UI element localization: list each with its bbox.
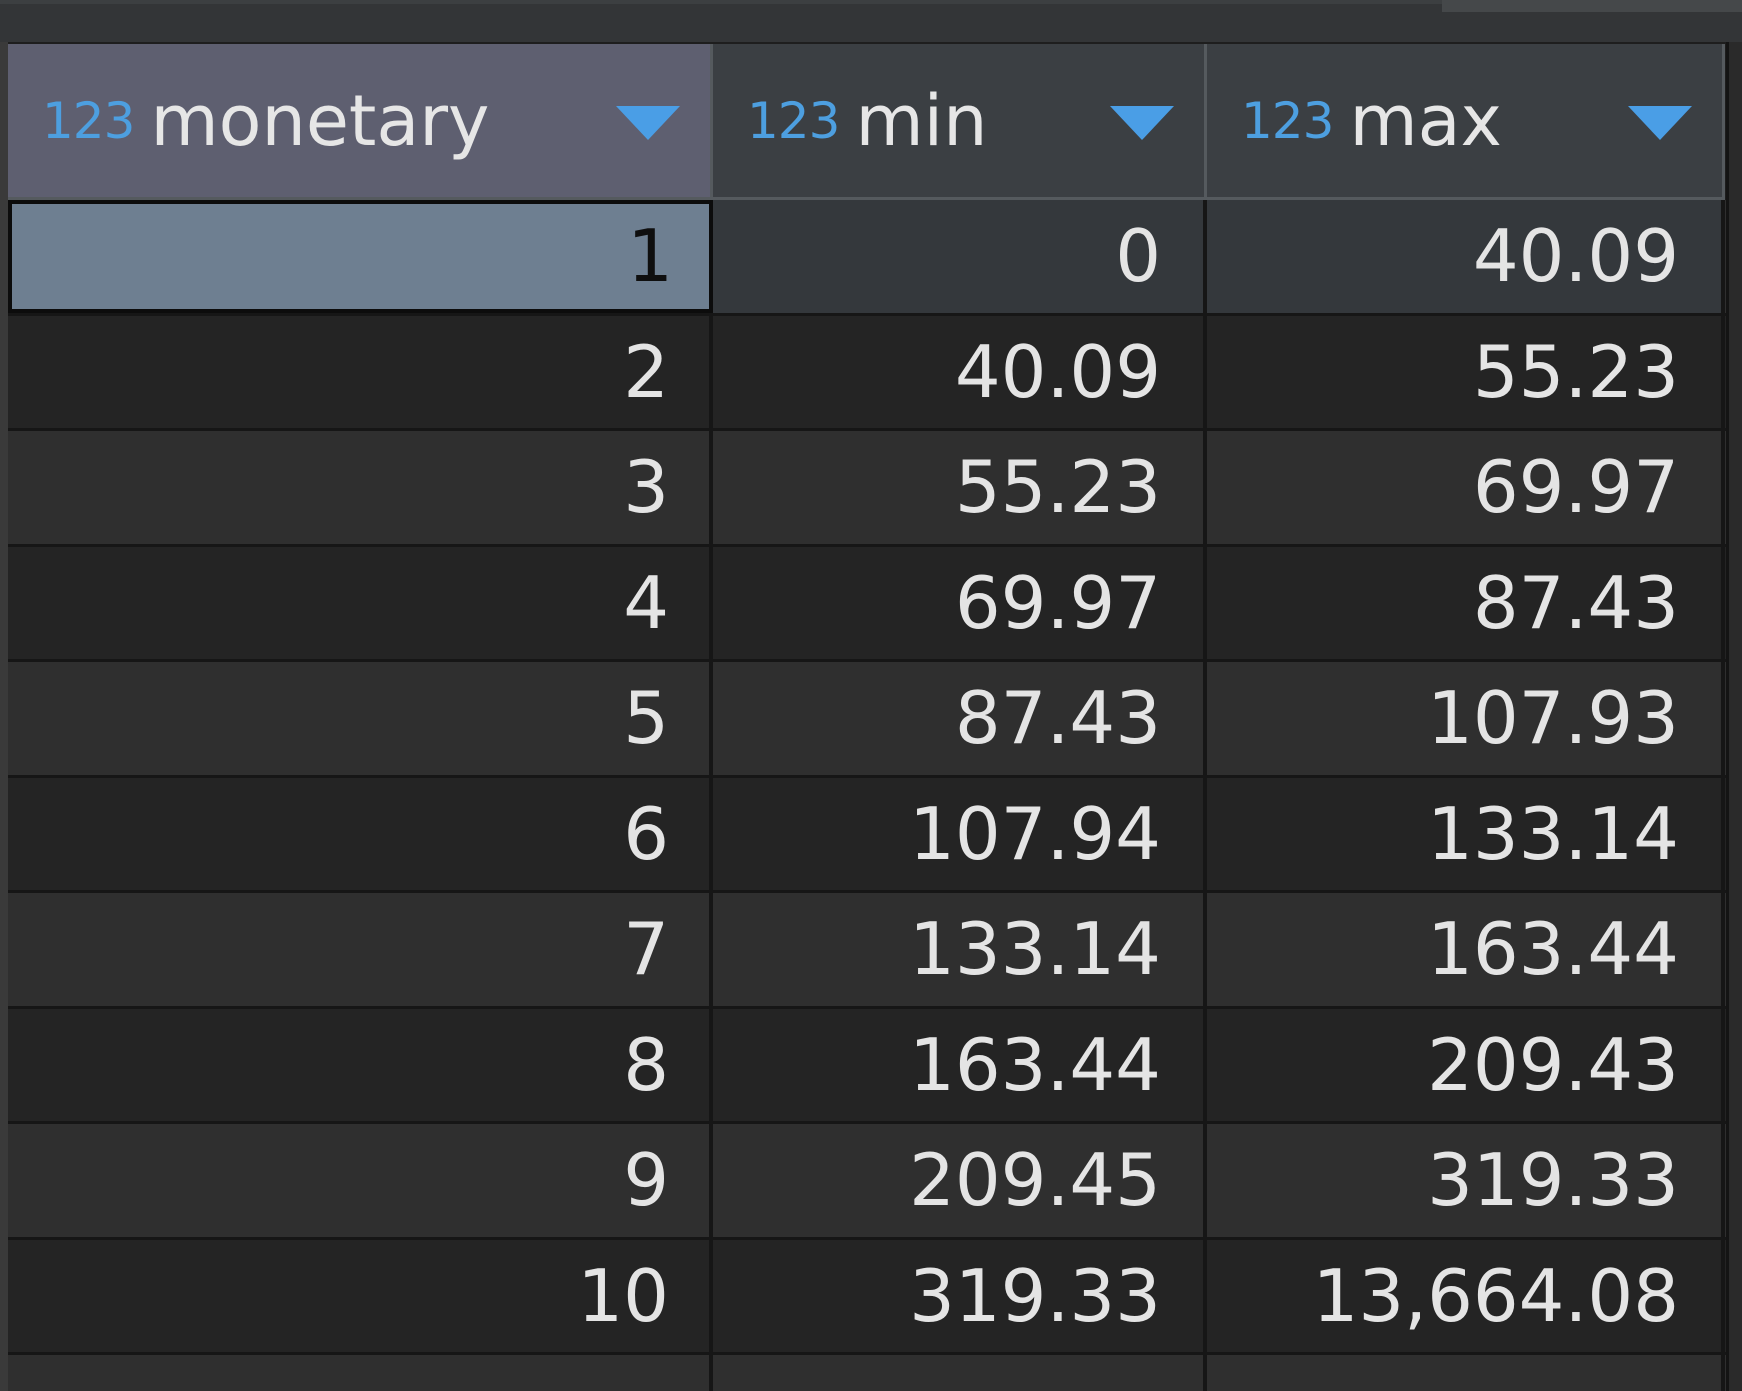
table-row[interactable]: 8 163.44 209.43 [8, 1008, 1734, 1124]
cell-min[interactable]: 133.14 [713, 893, 1207, 1006]
chevron-down-icon[interactable] [616, 106, 680, 140]
table-row[interactable]: 1 0 40.09 [8, 200, 1734, 316]
empty-cell [8, 1355, 713, 1391]
table-row[interactable]: 2 40.09 55.23 [8, 315, 1734, 431]
cell-min[interactable]: 40.09 [713, 315, 1207, 428]
toolbar-strip [0, 0, 1742, 44]
grid-body: 1 0 40.09 2 40.09 55.23 3 55.23 69.97 4 … [8, 200, 1734, 1355]
cell-min[interactable]: 319.33 [713, 1239, 1207, 1352]
cell-max[interactable]: 13,664.08 [1207, 1239, 1725, 1352]
cell-max[interactable]: 69.97 [1207, 431, 1725, 544]
cell-min[interactable]: 107.94 [713, 777, 1207, 890]
cell-max[interactable]: 209.43 [1207, 1008, 1725, 1121]
cell-max[interactable]: 107.93 [1207, 662, 1725, 775]
chevron-down-icon[interactable] [1628, 106, 1692, 140]
table-row[interactable]: 10 319.33 13,664.08 [8, 1239, 1734, 1355]
cell-monetary[interactable]: 10 [8, 1239, 713, 1352]
cell-max[interactable]: 319.33 [1207, 1124, 1725, 1237]
cell-monetary[interactable]: 1 [8, 200, 713, 313]
cell-monetary[interactable]: 3 [8, 431, 713, 544]
table-row[interactable]: 3 55.23 69.97 [8, 431, 1734, 547]
cell-min[interactable]: 87.43 [713, 662, 1207, 775]
grid-right-edge [1726, 42, 1742, 1391]
empty-cell [1207, 1355, 1725, 1391]
table-row[interactable]: 9 209.45 319.33 [8, 1124, 1734, 1240]
cell-max[interactable]: 163.44 [1207, 893, 1725, 1006]
table-row[interactable]: 6 107.94 133.14 [8, 777, 1734, 893]
cell-max[interactable]: 87.43 [1207, 546, 1725, 659]
column-name: monetary [150, 79, 490, 162]
cell-min[interactable]: 209.45 [713, 1124, 1207, 1237]
table-row[interactable]: 7 133.14 163.44 [8, 893, 1734, 1009]
column-name: max [1349, 79, 1502, 162]
column-header-min[interactable]: 123 min [713, 44, 1207, 200]
tab-right [1442, 0, 1742, 12]
cell-monetary[interactable]: 9 [8, 1124, 713, 1237]
cell-monetary[interactable]: 2 [8, 315, 713, 428]
cell-monetary[interactable]: 4 [8, 546, 713, 659]
cell-max[interactable]: 55.23 [1207, 315, 1725, 428]
cell-monetary[interactable]: 7 [8, 893, 713, 1006]
cell-min[interactable]: 55.23 [713, 431, 1207, 544]
cell-max[interactable]: 40.09 [1207, 200, 1725, 313]
cell-min[interactable]: 69.97 [713, 546, 1207, 659]
numeric-type-icon: 123 [1241, 91, 1334, 150]
empty-cell [713, 1355, 1207, 1391]
numeric-type-icon: 123 [747, 91, 840, 150]
cell-min[interactable]: 0 [713, 200, 1207, 313]
cell-monetary[interactable]: 5 [8, 662, 713, 775]
column-header-monetary[interactable]: 123 monetary [8, 44, 713, 200]
column-header-max[interactable]: 123 max [1207, 44, 1725, 200]
table-row[interactable]: 4 69.97 87.43 [8, 546, 1734, 662]
cell-max[interactable]: 133.14 [1207, 777, 1725, 890]
cell-monetary[interactable]: 6 [8, 777, 713, 890]
numeric-type-icon: 123 [42, 91, 135, 150]
grid-header: 123 monetary 123 min 123 max [8, 44, 1734, 200]
cell-min[interactable]: 163.44 [713, 1008, 1207, 1121]
empty-row [8, 1355, 1734, 1391]
chevron-down-icon[interactable] [1110, 106, 1174, 140]
cell-monetary[interactable]: 8 [8, 1008, 713, 1121]
column-name: min [855, 79, 988, 162]
table-row[interactable]: 5 87.43 107.93 [8, 662, 1734, 778]
